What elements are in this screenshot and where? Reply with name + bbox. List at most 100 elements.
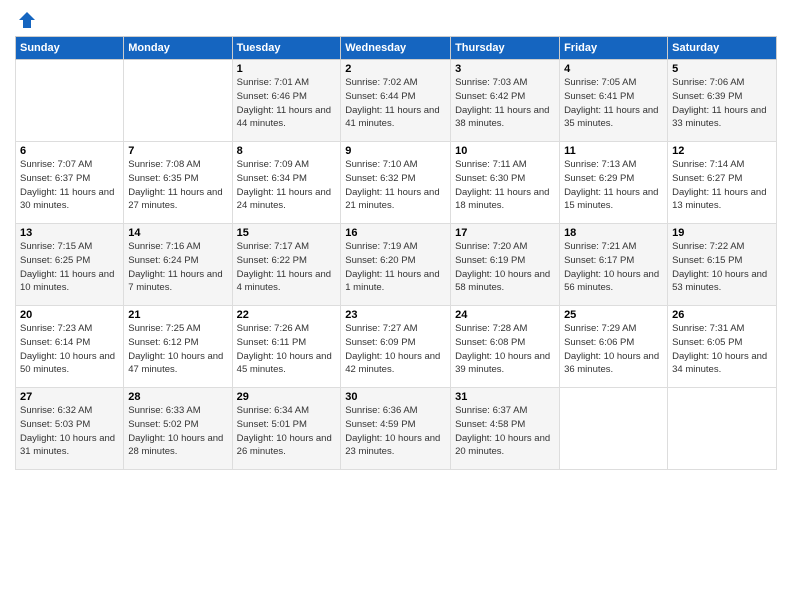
col-friday: Friday — [560, 37, 668, 60]
table-row: 15 Sunrise: 7:17 AMSunset: 6:22 PMDaylig… — [232, 224, 341, 306]
col-saturday: Saturday — [668, 37, 777, 60]
table-row: 3 Sunrise: 7:03 AMSunset: 6:42 PMDayligh… — [451, 60, 560, 142]
day-info: Sunrise: 7:13 AMSunset: 6:29 PMDaylight:… — [564, 159, 658, 211]
table-row: 6 Sunrise: 7:07 AMSunset: 6:37 PMDayligh… — [16, 142, 124, 224]
table-row: 31 Sunrise: 6:37 AMSunset: 4:58 PMDaylig… — [451, 388, 560, 470]
day-number: 15 — [237, 227, 337, 239]
table-row: 28 Sunrise: 6:33 AMSunset: 5:02 PMDaylig… — [124, 388, 232, 470]
col-monday: Monday — [124, 37, 232, 60]
day-number: 12 — [672, 145, 772, 157]
col-wednesday: Wednesday — [341, 37, 451, 60]
table-row: 30 Sunrise: 6:36 AMSunset: 4:59 PMDaylig… — [341, 388, 451, 470]
day-info: Sunrise: 7:27 AMSunset: 6:09 PMDaylight:… — [345, 323, 440, 375]
day-number: 30 — [345, 391, 446, 403]
day-info: Sunrise: 6:34 AMSunset: 5:01 PMDaylight:… — [237, 405, 332, 457]
table-row: 17 Sunrise: 7:20 AMSunset: 6:19 PMDaylig… — [451, 224, 560, 306]
day-number: 21 — [128, 309, 227, 321]
day-number: 19 — [672, 227, 772, 239]
day-info: Sunrise: 7:26 AMSunset: 6:11 PMDaylight:… — [237, 323, 332, 375]
table-row: 20 Sunrise: 7:23 AMSunset: 6:14 PMDaylig… — [16, 306, 124, 388]
day-number: 1 — [237, 63, 337, 75]
day-info: Sunrise: 7:31 AMSunset: 6:05 PMDaylight:… — [672, 323, 767, 375]
day-info: Sunrise: 7:22 AMSunset: 6:15 PMDaylight:… — [672, 241, 767, 293]
table-row: 4 Sunrise: 7:05 AMSunset: 6:41 PMDayligh… — [560, 60, 668, 142]
table-row: 21 Sunrise: 7:25 AMSunset: 6:12 PMDaylig… — [124, 306, 232, 388]
table-row: 25 Sunrise: 7:29 AMSunset: 6:06 PMDaylig… — [560, 306, 668, 388]
table-row: 24 Sunrise: 7:28 AMSunset: 6:08 PMDaylig… — [451, 306, 560, 388]
table-row: 26 Sunrise: 7:31 AMSunset: 6:05 PMDaylig… — [668, 306, 777, 388]
day-info: Sunrise: 7:23 AMSunset: 6:14 PMDaylight:… — [20, 323, 115, 375]
table-row: 11 Sunrise: 7:13 AMSunset: 6:29 PMDaylig… — [560, 142, 668, 224]
table-row: 14 Sunrise: 7:16 AMSunset: 6:24 PMDaylig… — [124, 224, 232, 306]
day-info: Sunrise: 7:05 AMSunset: 6:41 PMDaylight:… — [564, 77, 658, 129]
day-info: Sunrise: 7:19 AMSunset: 6:20 PMDaylight:… — [345, 241, 439, 293]
day-info: Sunrise: 6:33 AMSunset: 5:02 PMDaylight:… — [128, 405, 223, 457]
day-number: 14 — [128, 227, 227, 239]
day-info: Sunrise: 7:21 AMSunset: 6:17 PMDaylight:… — [564, 241, 659, 293]
table-row: 10 Sunrise: 7:11 AMSunset: 6:30 PMDaylig… — [451, 142, 560, 224]
col-thursday: Thursday — [451, 37, 560, 60]
day-info: Sunrise: 7:06 AMSunset: 6:39 PMDaylight:… — [672, 77, 766, 129]
day-info: Sunrise: 7:25 AMSunset: 6:12 PMDaylight:… — [128, 323, 223, 375]
day-number: 23 — [345, 309, 446, 321]
calendar-table: Sunday Monday Tuesday Wednesday Thursday… — [15, 36, 777, 470]
day-number: 9 — [345, 145, 446, 157]
day-info: Sunrise: 7:07 AMSunset: 6:37 PMDaylight:… — [20, 159, 114, 211]
day-info: Sunrise: 7:03 AMSunset: 6:42 PMDaylight:… — [455, 77, 549, 129]
day-number: 2 — [345, 63, 446, 75]
table-row: 5 Sunrise: 7:06 AMSunset: 6:39 PMDayligh… — [668, 60, 777, 142]
day-number: 31 — [455, 391, 555, 403]
day-number: 17 — [455, 227, 555, 239]
day-number: 25 — [564, 309, 663, 321]
day-number: 24 — [455, 309, 555, 321]
day-number: 8 — [237, 145, 337, 157]
day-info: Sunrise: 7:28 AMSunset: 6:08 PMDaylight:… — [455, 323, 550, 375]
table-row — [560, 388, 668, 470]
logo — [15, 10, 37, 28]
table-row — [668, 388, 777, 470]
day-number: 10 — [455, 145, 555, 157]
day-info: Sunrise: 7:14 AMSunset: 6:27 PMDaylight:… — [672, 159, 766, 211]
table-row: 7 Sunrise: 7:08 AMSunset: 6:35 PMDayligh… — [124, 142, 232, 224]
day-number: 16 — [345, 227, 446, 239]
day-number: 6 — [20, 145, 119, 157]
day-number: 27 — [20, 391, 119, 403]
table-row: 23 Sunrise: 7:27 AMSunset: 6:09 PMDaylig… — [341, 306, 451, 388]
calendar-week-row: 6 Sunrise: 7:07 AMSunset: 6:37 PMDayligh… — [16, 142, 777, 224]
day-number: 3 — [455, 63, 555, 75]
day-info: Sunrise: 7:16 AMSunset: 6:24 PMDaylight:… — [128, 241, 222, 293]
day-number: 28 — [128, 391, 227, 403]
day-number: 20 — [20, 309, 119, 321]
day-info: Sunrise: 7:17 AMSunset: 6:22 PMDaylight:… — [237, 241, 331, 293]
table-row: 2 Sunrise: 7:02 AMSunset: 6:44 PMDayligh… — [341, 60, 451, 142]
col-tuesday: Tuesday — [232, 37, 341, 60]
day-info: Sunrise: 6:36 AMSunset: 4:59 PMDaylight:… — [345, 405, 440, 457]
day-info: Sunrise: 6:37 AMSunset: 4:58 PMDaylight:… — [455, 405, 550, 457]
day-info: Sunrise: 7:15 AMSunset: 6:25 PMDaylight:… — [20, 241, 114, 293]
day-number: 4 — [564, 63, 663, 75]
day-info: Sunrise: 7:02 AMSunset: 6:44 PMDaylight:… — [345, 77, 439, 129]
day-info: Sunrise: 7:20 AMSunset: 6:19 PMDaylight:… — [455, 241, 550, 293]
table-row: 16 Sunrise: 7:19 AMSunset: 6:20 PMDaylig… — [341, 224, 451, 306]
day-number: 22 — [237, 309, 337, 321]
calendar-week-row: 13 Sunrise: 7:15 AMSunset: 6:25 PMDaylig… — [16, 224, 777, 306]
day-number: 26 — [672, 309, 772, 321]
table-row — [16, 60, 124, 142]
day-info: Sunrise: 7:11 AMSunset: 6:30 PMDaylight:… — [455, 159, 549, 211]
header — [15, 10, 777, 28]
day-info: Sunrise: 7:08 AMSunset: 6:35 PMDaylight:… — [128, 159, 222, 211]
table-row: 8 Sunrise: 7:09 AMSunset: 6:34 PMDayligh… — [232, 142, 341, 224]
table-row: 9 Sunrise: 7:10 AMSunset: 6:32 PMDayligh… — [341, 142, 451, 224]
day-number: 5 — [672, 63, 772, 75]
day-info: Sunrise: 7:10 AMSunset: 6:32 PMDaylight:… — [345, 159, 439, 211]
day-number: 11 — [564, 145, 663, 157]
table-row: 18 Sunrise: 7:21 AMSunset: 6:17 PMDaylig… — [560, 224, 668, 306]
day-number: 13 — [20, 227, 119, 239]
table-row: 13 Sunrise: 7:15 AMSunset: 6:25 PMDaylig… — [16, 224, 124, 306]
table-row: 22 Sunrise: 7:26 AMSunset: 6:11 PMDaylig… — [232, 306, 341, 388]
day-info: Sunrise: 7:09 AMSunset: 6:34 PMDaylight:… — [237, 159, 331, 211]
table-row: 12 Sunrise: 7:14 AMSunset: 6:27 PMDaylig… — [668, 142, 777, 224]
calendar-header-row: Sunday Monday Tuesday Wednesday Thursday… — [16, 37, 777, 60]
table-row: 27 Sunrise: 6:32 AMSunset: 5:03 PMDaylig… — [16, 388, 124, 470]
calendar-week-row: 27 Sunrise: 6:32 AMSunset: 5:03 PMDaylig… — [16, 388, 777, 470]
